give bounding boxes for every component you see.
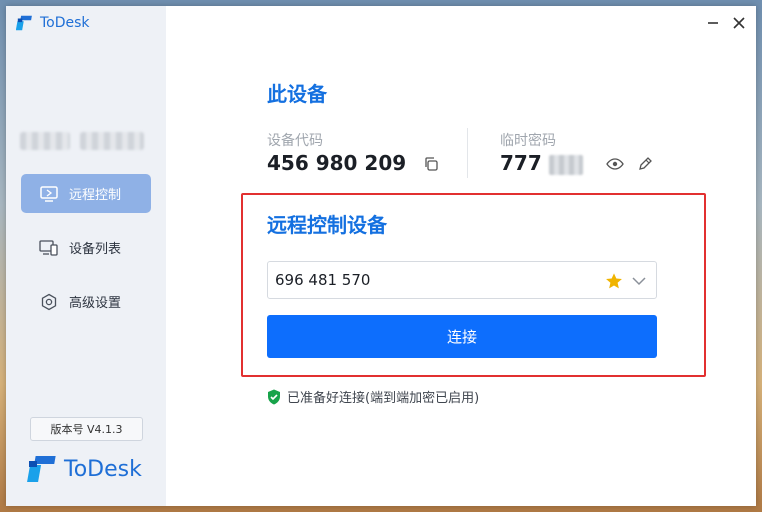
close-button[interactable] [728, 12, 750, 34]
connection-status: 已准备好连接(端到端加密已启用) [267, 387, 479, 406]
history-dropdown-button[interactable] [629, 271, 649, 291]
settings-icon [39, 293, 59, 311]
remote-device-title: 远程控制设备 [267, 213, 387, 237]
divider [467, 128, 468, 178]
temp-password-label: 临时密码 [500, 133, 556, 149]
minimize-button[interactable] [702, 12, 724, 34]
eye-icon [606, 158, 624, 170]
favorite-button[interactable] [604, 271, 624, 291]
edit-password-button[interactable] [635, 154, 655, 174]
temp-password-value: 777 [500, 151, 542, 175]
connect-button[interactable]: 连接 [267, 315, 657, 358]
sidebar-item-device-list[interactable]: 设备列表 [21, 228, 151, 267]
app-brand-bottom: ToDesk [26, 454, 142, 484]
todesk-window: ToDesk 远程控制 设备列表 高级设置 版本号 V4.1.3 ToDesk … [6, 6, 756, 506]
minimize-icon [708, 22, 718, 24]
todesk-logo-icon [27, 456, 56, 482]
edit-icon [639, 157, 652, 170]
app-brand-top: ToDesk [16, 14, 90, 32]
copy-icon [425, 157, 438, 171]
star-icon [606, 273, 622, 289]
sidebar: ToDesk 远程控制 设备列表 高级设置 版本号 V4.1.3 ToDesk [6, 6, 166, 506]
this-device-title: 此设备 [267, 82, 327, 106]
sidebar-item-label: 远程控制 [69, 188, 122, 203]
shield-check-icon [268, 389, 280, 404]
user-id-blurred [80, 132, 144, 150]
close-icon [733, 17, 745, 29]
todesk-logo-icon [16, 15, 32, 31]
chevron-down-icon [632, 277, 646, 286]
remote-control-icon [39, 185, 59, 203]
remote-id-field[interactable] [267, 261, 657, 299]
temp-password-blurred [549, 155, 583, 175]
device-code-label: 设备代码 [267, 133, 323, 149]
version-badge: 版本号 V4.1.3 [30, 417, 143, 441]
app-title: ToDesk [40, 15, 90, 31]
copy-code-button[interactable] [421, 154, 441, 174]
device-code-value: 456 980 209 [267, 151, 407, 175]
brand-name: ToDesk [64, 456, 142, 482]
device-list-icon [39, 239, 59, 257]
status-text: 已准备好连接(端到端加密已启用) [287, 391, 480, 406]
show-password-button[interactable] [605, 154, 625, 174]
user-name-blurred [20, 132, 70, 150]
sidebar-item-remote-control[interactable]: 远程控制 [21, 174, 151, 213]
sidebar-item-label: 高级设置 [69, 296, 122, 311]
sidebar-item-label: 设备列表 [69, 242, 122, 257]
sidebar-item-advanced-settings[interactable]: 高级设置 [21, 282, 151, 321]
remote-id-input[interactable] [275, 271, 595, 289]
